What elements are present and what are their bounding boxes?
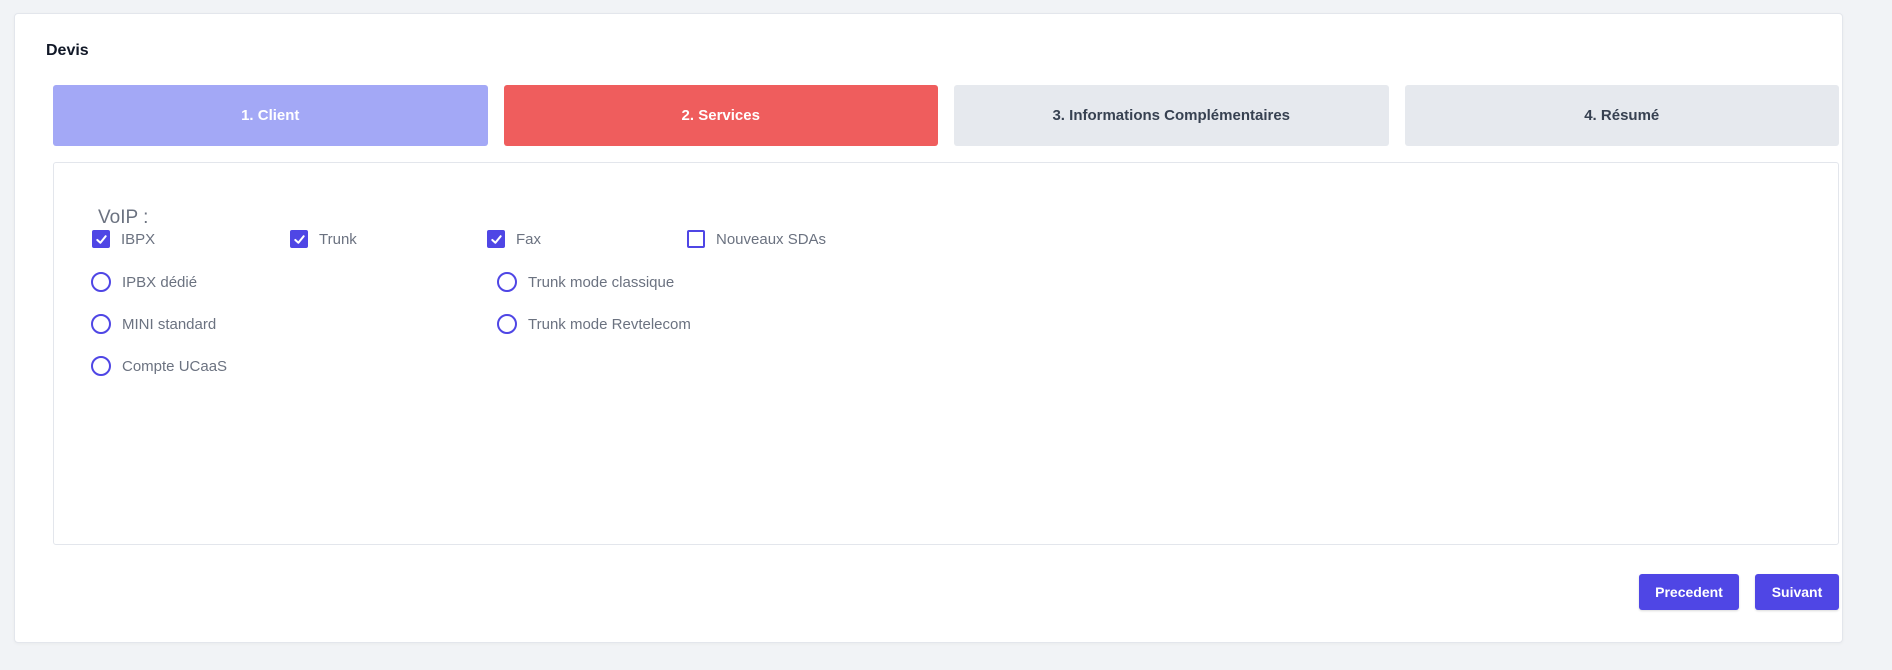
step-services[interactable]: 2. Services: [503, 85, 938, 146]
checkbox-label: IBPX: [121, 230, 156, 248]
radio-icon[interactable]: [91, 356, 111, 376]
radio-label: Compte UCaaS: [122, 357, 228, 375]
services-panel: VoIP : IBPX Trunk Fax Nouveaux SDAs IPBX…: [53, 162, 1839, 545]
radio-label: MINI standard: [122, 315, 217, 333]
step-label: 3. Informations Complémentaires: [1052, 107, 1291, 124]
radio-icon[interactable]: [91, 314, 111, 334]
checkbox-trunk[interactable]: Trunk: [290, 230, 357, 248]
checkbox-checked-icon[interactable]: [487, 230, 505, 248]
checkbox-checked-icon[interactable]: [290, 230, 308, 248]
radio-icon[interactable]: [497, 314, 517, 334]
step-label: 4. Résumé: [1584, 107, 1660, 124]
checkbox-label: Nouveaux SDAs: [716, 230, 827, 248]
card-title: Devis: [46, 42, 89, 59]
checkbox-checked-icon[interactable]: [92, 230, 110, 248]
step-client[interactable]: 1. Client: [53, 85, 488, 146]
step-label: 2. Services: [681, 107, 760, 124]
step-additional-info[interactable]: 3. Informations Complémentaires: [954, 85, 1389, 146]
checkbox-ibpx[interactable]: IBPX: [92, 230, 155, 248]
step-label: 1. Client: [241, 107, 300, 124]
checkbox-unchecked-icon[interactable]: [687, 230, 705, 248]
radio-ucaas-account[interactable]: Compte UCaaS: [91, 356, 227, 376]
radio-ipbx-dedicated[interactable]: IPBX dédié: [91, 272, 197, 292]
next-button[interactable]: Suivant: [1755, 574, 1839, 610]
previous-button[interactable]: Precedent: [1639, 574, 1739, 610]
radio-label: Trunk mode classique: [528, 273, 675, 291]
radio-label: Trunk mode Revtelecom: [528, 315, 691, 333]
wizard-steps: 1. Client 2. Services 3. Informations Co…: [53, 85, 1839, 146]
checkbox-label: Fax: [516, 230, 542, 248]
radio-trunk-revtelecom[interactable]: Trunk mode Revtelecom: [497, 314, 691, 334]
radio-trunk-classic[interactable]: Trunk mode classique: [497, 272, 674, 292]
checkbox-label: Trunk: [319, 230, 357, 248]
checkbox-fax[interactable]: Fax: [487, 230, 541, 248]
radio-label: IPBX dédié: [122, 273, 198, 291]
voip-section-label: VoIP :: [98, 207, 149, 228]
checkbox-new-sdas[interactable]: Nouveaux SDAs: [687, 230, 826, 248]
quote-card: Devis 1. Client 2. Services 3. Informati…: [14, 13, 1843, 643]
radio-icon[interactable]: [91, 272, 111, 292]
radio-icon[interactable]: [497, 272, 517, 292]
step-summary[interactable]: 4. Résumé: [1404, 85, 1839, 146]
radio-mini-standard[interactable]: MINI standard: [91, 314, 216, 334]
